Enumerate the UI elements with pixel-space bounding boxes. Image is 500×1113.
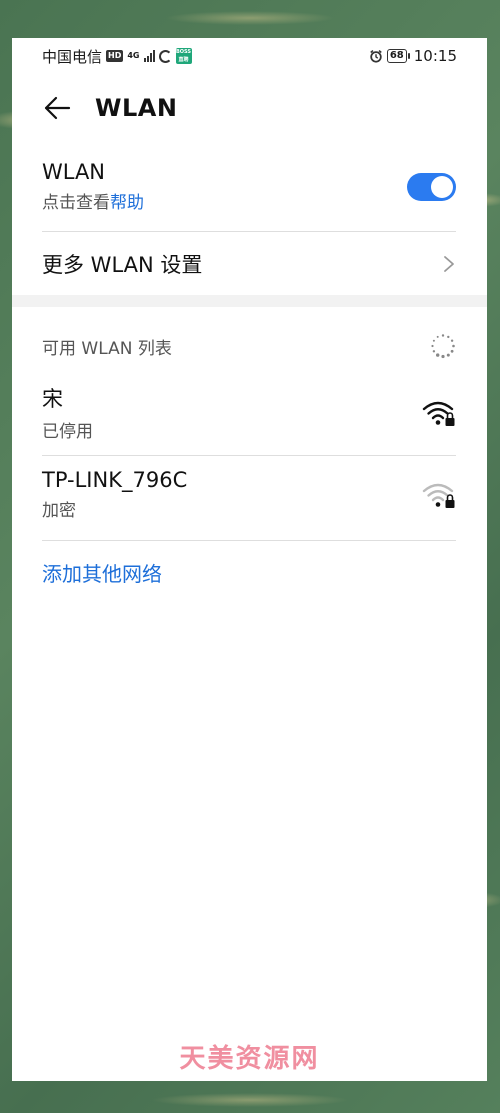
wifi-strong-locked-icon: [422, 401, 455, 426]
wlan-toggle-row[interactable]: WLAN 点击查看帮助: [42, 160, 456, 213]
carrier-name: 中国电信: [42, 47, 103, 66]
status-bar-right: 68 10:15: [369, 47, 457, 65]
wifi-network-item[interactable]: TP-LINK_796C 加密: [42, 468, 456, 521]
network-ssid: TP-LINK_796C: [42, 468, 188, 492]
app-notification-icon: BOSS 直聘: [175, 48, 192, 64]
signal-icon: [143, 50, 155, 62]
app-header: WLAN: [12, 86, 487, 130]
hd-badge: HD: [106, 50, 124, 62]
network-text: TP-LINK_796C 加密: [42, 468, 187, 521]
divider: [42, 231, 456, 232]
watermark: 天美资源网: [179, 1044, 320, 1074]
wlan-switch[interactable]: [407, 172, 456, 201]
clock: 10:15: [413, 47, 457, 65]
available-list-header: 可用 WLAN 列表: [42, 333, 456, 359]
help-prefix: 点击查看: [42, 193, 110, 213]
battery-icon: 68: [386, 49, 410, 63]
available-list-title: 可用 WLAN 列表: [42, 338, 172, 359]
divider: [42, 540, 456, 541]
back-arrow-icon[interactable]: [42, 93, 72, 123]
divider: [42, 455, 456, 456]
status-bar: 中国电信 HD 4G BOSS 直聘 68 10:15: [12, 38, 487, 74]
chevron-right-icon: [444, 256, 454, 272]
wifi-weak-locked-icon: [422, 483, 455, 508]
wlan-label: WLAN: [42, 160, 106, 184]
section-separator: [12, 295, 487, 307]
phone-screen: 中国电信 HD 4G BOSS 直聘 68 10:15 WLAN WLAN 点击…: [12, 38, 487, 1081]
network-ssid: 宋: [42, 387, 63, 411]
network-status: 已停用: [42, 422, 93, 442]
help-link[interactable]: 帮助: [110, 193, 144, 213]
wlan-toggle-text: WLAN 点击查看帮助: [42, 160, 144, 213]
wlan-help-text: 点击查看帮助: [42, 188, 144, 213]
status-bar-left: 中国电信 HD 4G BOSS 直聘: [42, 46, 192, 67]
alarm-icon: [370, 49, 382, 63]
more-wlan-settings-row[interactable]: 更多 WLAN 设置: [42, 244, 456, 284]
network-status: 加密: [42, 501, 76, 521]
loading-spinner-icon: [431, 334, 455, 359]
more-wlan-settings-label: 更多 WLAN 设置: [42, 253, 203, 277]
add-other-network-link[interactable]: 添加其他网络: [42, 558, 162, 587]
page-title: WLAN: [95, 94, 178, 122]
network-type: 4G: [127, 50, 140, 60]
wifi-network-item[interactable]: 宋 已停用: [42, 383, 456, 442]
network-text: 宋 已停用: [42, 383, 93, 442]
sync-icon: [158, 49, 172, 63]
